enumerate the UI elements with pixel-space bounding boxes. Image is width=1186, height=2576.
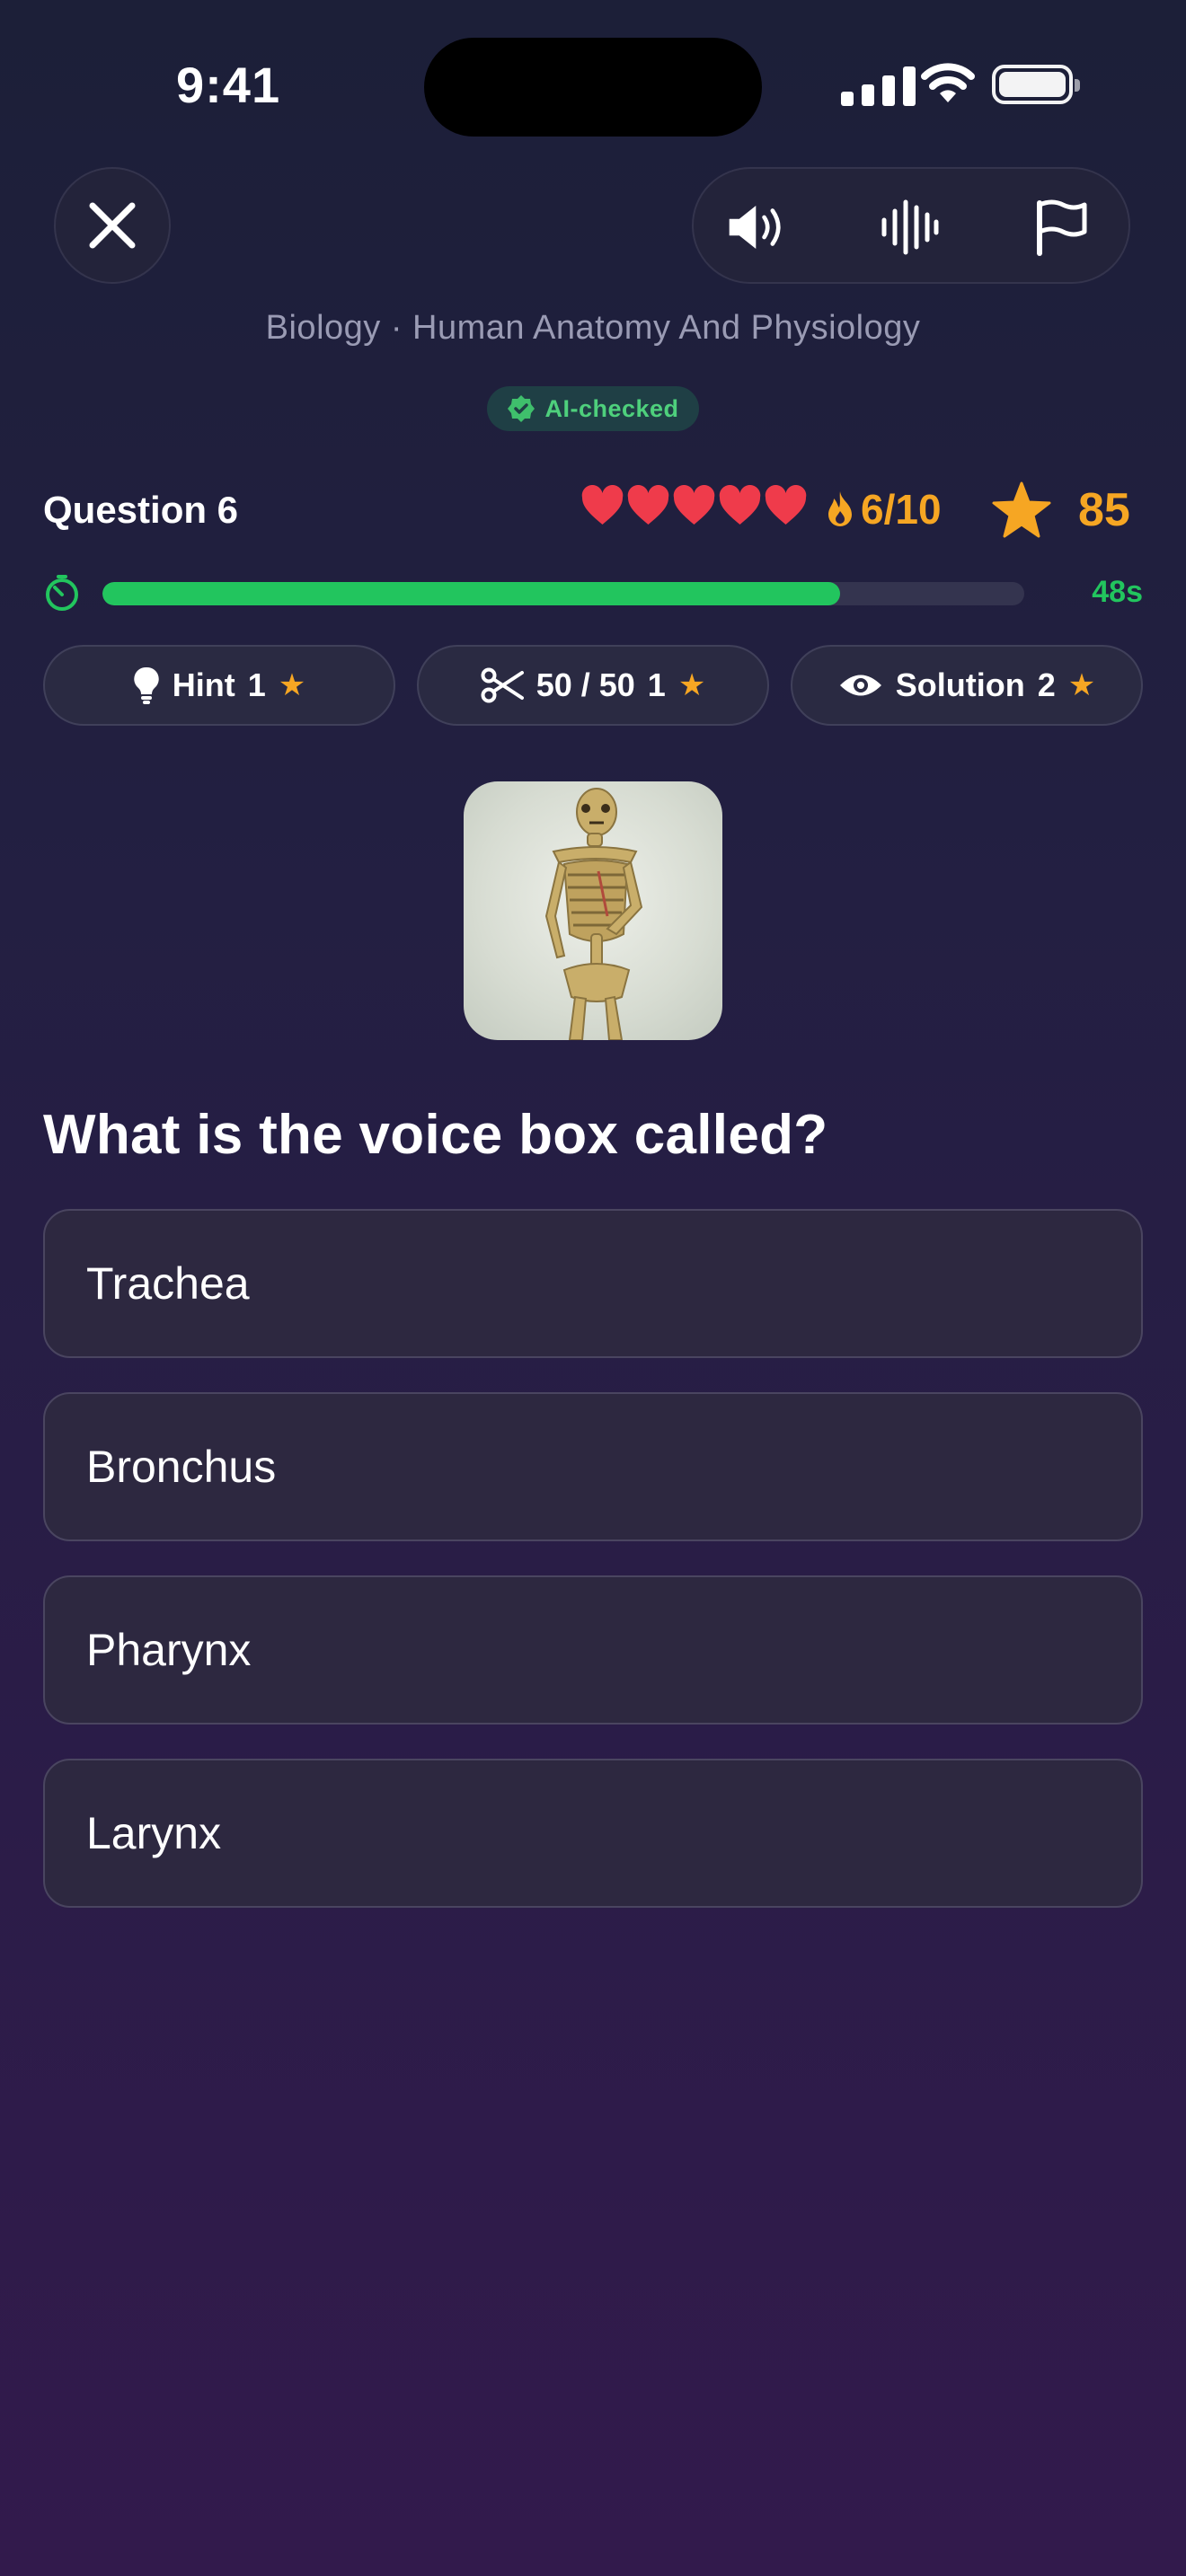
- streak-value: 6/10: [861, 486, 942, 533]
- timer-remaining: 48s: [1092, 575, 1143, 609]
- heart-icon: [719, 485, 761, 525]
- answer-option[interactable]: Trachea: [43, 1209, 1143, 1358]
- hint-cost: 1: [247, 666, 266, 703]
- heart-icon: [765, 485, 807, 525]
- solution-cost: 2: [1037, 666, 1056, 703]
- category-breadcrumb: Biology · Human Anatomy And Physiology: [265, 309, 921, 347]
- sound-button[interactable]: [726, 194, 792, 260]
- verified-check-icon: [508, 395, 535, 422]
- heart-icon: [627, 485, 669, 525]
- flag-icon: [1037, 199, 1087, 256]
- hint-star-icon: ★: [278, 668, 306, 702]
- answer-option[interactable]: Pharynx: [43, 1575, 1143, 1725]
- ai-badge-label: AI-checked: [544, 394, 679, 422]
- status-time: 9:41: [176, 57, 281, 113]
- toolbar-pill: [692, 167, 1130, 284]
- heart-icon: [581, 485, 624, 525]
- timer-progress-fill: [102, 582, 840, 605]
- star-icon: [992, 481, 1051, 538]
- wifi-icon: [920, 61, 976, 109]
- hint-button[interactable]: Hint 1 ★: [43, 645, 395, 726]
- fifty-fifty-star-icon: ★: [677, 668, 706, 702]
- hint-label: Hint: [172, 666, 235, 703]
- question-number: Question 6: [43, 489, 239, 531]
- waveform-icon: [881, 199, 939, 255]
- answer-option[interactable]: Bronchus: [43, 1392, 1143, 1541]
- score-counter: 85: [992, 481, 1130, 539]
- lightbulb-icon: [134, 666, 159, 704]
- streak-counter: 6/10: [825, 485, 942, 534]
- answer-list: Trachea Bronchus Pharynx Larynx: [43, 1209, 1143, 1942]
- timer-progress-bar: [102, 582, 1024, 605]
- question-image-skeleton: [464, 781, 722, 1040]
- eye-icon: [839, 675, 881, 696]
- speaker-icon: [729, 205, 781, 250]
- heart-icon: [673, 485, 715, 525]
- fifty-fifty-button[interactable]: 50 / 50 1 ★: [417, 645, 769, 726]
- battery-icon: [992, 65, 1080, 104]
- close-icon: [89, 202, 136, 249]
- ai-checked-badge: AI-checked: [487, 386, 699, 431]
- powerups-row: Hint 1 ★ 50 / 50 1 ★ Solution 2 ★: [43, 645, 1143, 726]
- solution-star-icon: ★: [1067, 668, 1096, 702]
- lives-hearts: [580, 485, 808, 526]
- report-button[interactable]: [1028, 194, 1094, 260]
- fifty-fifty-cost: 1: [647, 666, 666, 703]
- fifty-fifty-label: 50 / 50: [535, 666, 635, 703]
- cellular-signal-icon: [841, 66, 916, 106]
- score-value: 85: [1078, 484, 1130, 536]
- solution-label: Solution: [895, 666, 1025, 703]
- question-text: What is the voice box called?: [43, 1104, 828, 1166]
- dynamic-island: [424, 38, 762, 137]
- close-button[interactable]: [54, 167, 171, 284]
- scissors-icon: [481, 667, 524, 703]
- solution-button[interactable]: Solution 2 ★: [791, 645, 1143, 726]
- flame-icon: [828, 491, 852, 526]
- answer-option[interactable]: Larynx: [43, 1759, 1143, 1908]
- voice-button[interactable]: [877, 194, 943, 260]
- timer-icon: [43, 575, 81, 617]
